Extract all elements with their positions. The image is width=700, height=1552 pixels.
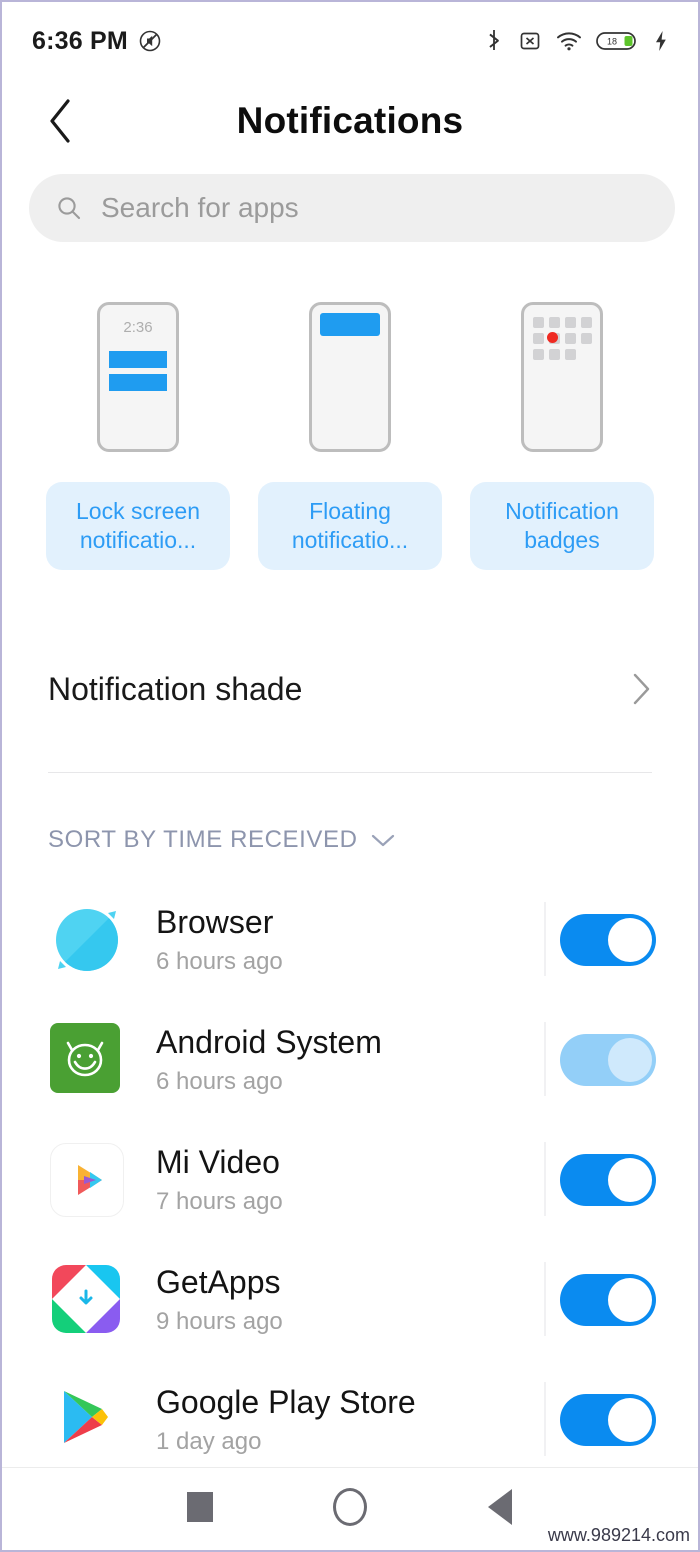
notification-badge-dot bbox=[547, 332, 558, 343]
app-text-block: Mi Video 7 hours ago bbox=[156, 1144, 283, 1216]
app-text-block: Google Play Store 1 day ago bbox=[156, 1384, 416, 1456]
row-separator bbox=[544, 1022, 546, 1096]
app-time: 7 hours ago bbox=[156, 1187, 283, 1215]
illustration-clock: 2:36 bbox=[123, 319, 153, 336]
shortcut-card-lock-screen[interactable]: 2:36 Lock screen notificatio... bbox=[46, 302, 230, 570]
battery-icon: 18 bbox=[596, 29, 640, 53]
home-button[interactable] bbox=[275, 1464, 425, 1550]
shortcut-chip-label[interactable]: Floating notificatio... bbox=[258, 482, 442, 570]
shortcut-cards: 2:36 Lock screen notificatio... Floating… bbox=[2, 302, 698, 570]
sim-disabled-icon bbox=[518, 29, 542, 53]
bluetooth-icon bbox=[484, 28, 504, 54]
search-bar[interactable]: Search for apps bbox=[29, 174, 675, 242]
wifi-icon bbox=[556, 30, 582, 52]
notification-shade-row[interactable]: Notification shade bbox=[2, 650, 698, 728]
illustration-app-grid bbox=[533, 317, 597, 360]
chevron-down-icon bbox=[370, 832, 396, 848]
app-time: 1 day ago bbox=[156, 1427, 262, 1455]
floating-notification-phone-illustration bbox=[309, 302, 391, 452]
shortcut-chip-label[interactable]: Lock screen notificatio... bbox=[46, 482, 230, 570]
row-separator bbox=[544, 1142, 546, 1216]
app-time: 6 hours ago bbox=[156, 1067, 283, 1095]
notification-shade-label: Notification shade bbox=[48, 670, 303, 707]
getapps-icon bbox=[50, 1263, 124, 1337]
circle-home-icon bbox=[333, 1488, 367, 1526]
app-time: 6 hours ago bbox=[156, 947, 283, 975]
app-text-block: Android System 6 hours ago bbox=[156, 1024, 382, 1096]
mi-video-icon bbox=[50, 1143, 124, 1217]
google-play-icon bbox=[50, 1383, 124, 1457]
app-name: Android System bbox=[156, 1024, 382, 1061]
app-time: 9 hours ago bbox=[156, 1307, 283, 1335]
search-icon bbox=[55, 194, 83, 222]
app-toggle[interactable] bbox=[560, 1154, 656, 1206]
app-notification-list: Browser 6 hours ago Android System 6 hou… bbox=[2, 880, 698, 1480]
charging-bolt-icon bbox=[654, 29, 668, 53]
app-name: GetApps bbox=[156, 1264, 281, 1301]
recents-button[interactable] bbox=[125, 1464, 275, 1550]
square-recents-icon bbox=[187, 1492, 213, 1522]
chevron-right-icon bbox=[630, 672, 652, 706]
app-text-block: GetApps 9 hours ago bbox=[156, 1264, 283, 1336]
search-input[interactable]: Search for apps bbox=[101, 192, 299, 224]
status-bar-clock: 6:36 PM bbox=[32, 26, 128, 55]
row-separator bbox=[544, 1382, 546, 1456]
browser-icon bbox=[50, 903, 124, 977]
mute-icon bbox=[138, 29, 162, 53]
app-name: Browser bbox=[156, 904, 274, 941]
app-name: Google Play Store bbox=[156, 1384, 416, 1421]
phone-screen: 6:36 PM 18 Notifications Search for apps… bbox=[0, 0, 700, 1552]
app-row-browser[interactable]: Browser 6 hours ago bbox=[2, 880, 698, 1000]
app-toggle[interactable] bbox=[560, 1394, 656, 1446]
section-divider bbox=[48, 772, 652, 773]
status-bar-right: 18 bbox=[484, 28, 668, 54]
sort-selector[interactable]: SORT BY TIME RECEIVED bbox=[48, 826, 396, 854]
illustration-floating-bar bbox=[320, 313, 380, 336]
page-title: Notifications bbox=[236, 100, 464, 141]
status-bar: 6:36 PM 18 bbox=[2, 2, 698, 80]
illustration-notification-bar bbox=[109, 351, 167, 368]
svg-text:18: 18 bbox=[607, 37, 617, 47]
shortcut-chip-label[interactable]: Notification badges bbox=[470, 482, 654, 570]
sort-label: SORT BY TIME RECEIVED bbox=[48, 826, 358, 853]
app-row-android-system[interactable]: Android System 6 hours ago bbox=[2, 1000, 698, 1120]
watermark: www.989214.com bbox=[547, 1525, 690, 1545]
lock-screen-phone-illustration: 2:36 bbox=[97, 302, 179, 452]
badges-phone-illustration bbox=[521, 302, 603, 452]
app-row-getapps[interactable]: GetApps 9 hours ago bbox=[2, 1240, 698, 1360]
app-row-mi-video[interactable]: Mi Video 7 hours ago bbox=[2, 1120, 698, 1240]
shortcut-card-floating[interactable]: Floating notificatio... bbox=[258, 302, 442, 570]
app-row-google-play-store[interactable]: Google Play Store 1 day ago bbox=[2, 1360, 698, 1480]
app-name: Mi Video bbox=[156, 1144, 280, 1181]
app-text-block: Browser 6 hours ago bbox=[156, 904, 283, 976]
status-bar-left: 6:36 PM bbox=[32, 27, 162, 56]
illustration-notification-bar bbox=[109, 374, 167, 391]
android-system-icon bbox=[50, 1023, 124, 1097]
app-toggle[interactable] bbox=[560, 1034, 656, 1086]
shortcut-card-badges[interactable]: Notification badges bbox=[470, 302, 654, 570]
row-separator bbox=[544, 902, 546, 976]
title-bar: Notifications bbox=[2, 82, 698, 160]
triangle-back-icon bbox=[488, 1489, 512, 1525]
row-separator bbox=[544, 1262, 546, 1336]
app-toggle[interactable] bbox=[560, 1274, 656, 1326]
app-toggle[interactable] bbox=[560, 914, 656, 966]
